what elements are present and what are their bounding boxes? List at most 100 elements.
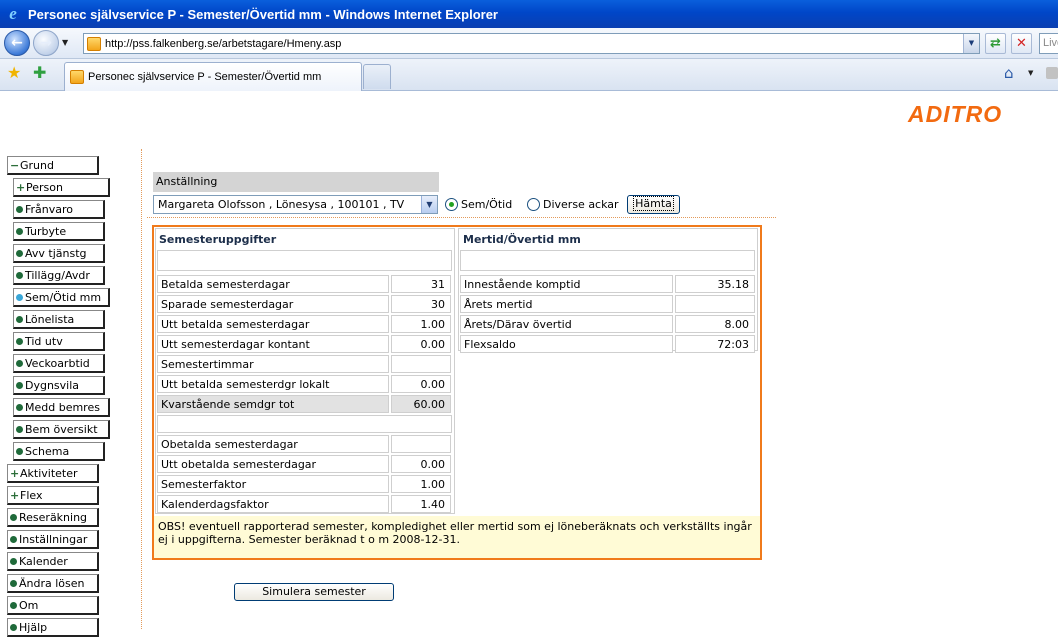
bullet-dot-icon [16,315,23,323]
vacation-row-label: Kvarstående semdgr tot [157,395,389,413]
vacation-row-label: Utt betalda semesterdagar [157,315,389,333]
vacation-row-value: 0.00 [391,375,451,393]
radio-sem-otid-label[interactable]: Sem/Ötid [461,198,512,211]
history-dropdown-icon[interactable]: ▼ [62,38,68,47]
forward-button[interactable]: → [33,30,59,56]
page-content: ADITRO − Grund + Person Frånvaro Turbyte Avv t… [0,92,1058,637]
ie-logo-icon: e [9,4,17,23]
menu-item[interactable]: Turbyte [13,222,105,241]
menu-item[interactable]: Bem översikt [13,420,110,439]
menu-item[interactable]: Sem/Ötid mm [13,288,110,307]
bullet-dot-icon [16,359,23,367]
menu-item[interactable]: − Grund [7,156,99,175]
menu-item[interactable]: Kalender [7,552,99,571]
back-button[interactable]: ← [4,30,30,56]
fetch-button-label: Hämta [633,196,674,211]
menu-item[interactable]: Veckoarbtid [13,354,105,373]
horizontal-divider [147,217,776,218]
window-title: Personec självservice P - Semester/Övert… [28,6,498,22]
menu-item[interactable]: Avv tjänstg [13,244,105,263]
vacation-row-value: 1.00 [391,475,451,493]
bullet-dot-icon [10,557,17,565]
employment-selected-value[interactable]: Margareta Olofsson , Lönesysa , 100101 ,… [154,198,421,211]
refresh-icon: ⇄ [990,36,1001,51]
add-favorite-icon[interactable]: ✚ [33,64,46,82]
vacation-row-value: 0.00 [391,335,451,353]
bullet-dot-icon [16,205,23,213]
bullet-dot-icon [10,579,17,587]
menu-item[interactable]: + Flex [7,486,99,505]
bullet-dot-icon [10,513,17,521]
overtime-row-label: Flexsaldo [460,335,673,353]
menu-item-label: Tid utv [25,334,63,348]
search-input[interactable]: Live Search [1039,33,1058,54]
bullet-dot-icon [16,403,23,411]
expand-plus-icon: + [10,466,20,480]
refresh-button[interactable]: ⇄ [985,33,1006,54]
address-bar: ← → ▼ http://pss.falkenberg.se/arbetstag… [0,28,1058,59]
vacation-row-label: Utt betalda semesterdgr lokalt [157,375,389,393]
bullet-dot-icon [16,381,23,389]
home-dropdown-icon[interactable]: ▼ [1028,69,1033,77]
tab-active[interactable]: Personec självservice P - Semester/Övert… [64,62,362,91]
radio-diverse-ackar[interactable] [527,198,540,211]
menu-item-label: Frånvaro [25,202,74,216]
menu-item-label: Bem översikt [25,422,98,436]
tab-bar: ★ ✚ Personec självservice P - Semester/Ö… [0,59,1058,91]
bullet-dot-icon [10,535,17,543]
vacation-row-label: Utt semesterdagar kontant [157,335,389,353]
overtime-spacer-row [460,250,755,271]
tab-title: Personec självservice P - Semester/Övert… [88,71,322,83]
menu-item-label: Schema [25,444,70,458]
menu-item[interactable]: Dygnsvila [13,376,105,395]
menu-item-label: Lönelista [25,312,75,326]
vacation-row-label: Obetalda semesterdagar [157,435,389,453]
menu-item[interactable]: Reseräkning [7,508,99,527]
vertical-divider [141,149,142,629]
tab-favicon-icon [70,70,84,84]
fetch-button[interactable]: Hämta [627,195,680,214]
menu-item[interactable]: Inställningar [7,530,99,549]
url-text[interactable]: http://pss.falkenberg.se/arbetstagare/Hm… [105,38,963,50]
menu-item-label: Avv tjänstg [25,246,87,260]
url-dropdown-icon[interactable]: ▼ [963,34,979,53]
vacation-row-label: Semesterfaktor [157,475,389,493]
home-icon[interactable]: ⌂ [1004,64,1014,82]
bullet-dot-icon [16,227,23,235]
expand-plus-icon: + [16,180,26,194]
menu-item-label: Inställningar [19,532,88,546]
menu-item[interactable]: Tillägg/Avdr [13,266,105,285]
stop-button[interactable]: ✕ [1011,33,1032,54]
window-titlebar: e Personec självservice P - Semester/Öve… [0,0,1058,28]
stop-icon: ✕ [1016,36,1027,51]
vacation-row-label: Semestertimmar [157,355,389,373]
menu-item[interactable]: Medd bemres [13,398,110,417]
menu-item[interactable]: Frånvaro [13,200,105,219]
radio-sem-otid[interactable] [445,198,458,211]
menu-item-label: Veckoarbtid [25,356,90,370]
menu-item-label: Kalender [19,554,68,568]
favorites-star-icon[interactable]: ★ [7,64,21,82]
menu-item[interactable]: Lönelista [13,310,105,329]
bullet-dot-icon [16,249,23,257]
menu-item[interactable]: Tid utv [13,332,105,351]
employment-select[interactable]: Margareta Olofsson , Lönesysa , 100101 ,… [153,195,438,214]
feeds-icon[interactable] [1046,67,1058,79]
menu-item-label: Hjälp [19,620,48,634]
collapse-minus-icon: − [10,158,20,172]
menu-item[interactable]: + Aktiviteter [7,464,99,483]
bullet-dot-icon [16,271,23,279]
vacation-row-value: 60.00 [391,395,451,413]
menu-item[interactable]: Ändra lösen [7,574,99,593]
radio-diverse-ackar-label[interactable]: Diverse ackar [543,198,619,211]
bullet-dot-icon [16,337,23,345]
overtime-row-label: Årets mertid [460,295,673,313]
simulate-vacation-button[interactable]: Simulera semester [234,583,394,601]
menu-item-label: Aktiviteter [20,466,78,480]
url-field[interactable]: http://pss.falkenberg.se/arbetstagare/Hm… [83,33,980,54]
chevron-down-icon[interactable]: ▼ [421,196,437,213]
menu-item[interactable]: Schema [13,442,105,461]
new-tab-button[interactable] [363,64,391,89]
menu-item[interactable]: Om [7,596,99,615]
menu-item[interactable]: + Person [13,178,110,197]
